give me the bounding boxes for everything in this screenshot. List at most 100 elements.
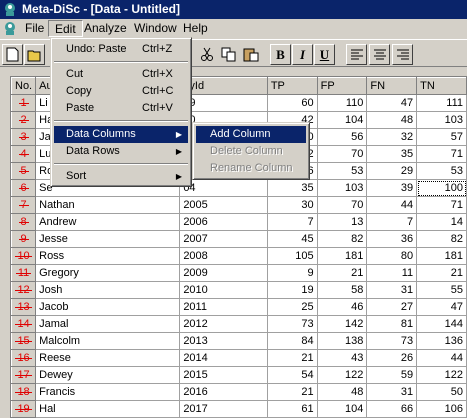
author-cell[interactable]: Hal: [35, 400, 181, 418]
fn-cell[interactable]: 7: [366, 213, 418, 231]
col-header-tp[interactable]: TP: [266, 77, 318, 95]
row-number[interactable]: 19: [11, 400, 37, 418]
col-header-fp[interactable]: FP: [316, 77, 368, 95]
tp-cell[interactable]: 21: [267, 349, 318, 367]
tn-cell[interactable]: 106: [416, 400, 467, 418]
study-id-cell[interactable]: 2007: [179, 230, 268, 248]
menu-window[interactable]: Window: [128, 20, 183, 37]
tn-cell[interactable]: 136: [416, 332, 467, 350]
row-number[interactable]: 11: [11, 264, 37, 282]
fn-cell[interactable]: 80: [366, 247, 418, 265]
fn-cell[interactable]: 35: [366, 145, 418, 163]
study-id-cell[interactable]: 2011: [179, 298, 268, 316]
tn-cell[interactable]: 103: [416, 111, 467, 129]
fn-cell[interactable]: 66: [366, 400, 418, 418]
fp-cell[interactable]: 70: [317, 145, 368, 163]
row-number[interactable]: 2: [11, 111, 37, 129]
tp-cell[interactable]: 45: [267, 230, 318, 248]
tp-cell[interactable]: 61: [267, 400, 318, 418]
study-id-cell[interactable]: 99: [179, 94, 268, 112]
tp-cell[interactable]: 30: [267, 196, 318, 214]
tp-cell[interactable]: 25: [267, 298, 318, 316]
author-cell[interactable]: Dewey: [35, 366, 181, 384]
menu-item-paste[interactable]: Paste Ctrl+V: [54, 100, 188, 117]
study-id-cell[interactable]: 2005: [179, 196, 268, 214]
row-number[interactable]: 15: [11, 332, 37, 350]
tn-cell[interactable]: 122: [416, 366, 467, 384]
row-number[interactable]: 9: [11, 230, 37, 248]
col-header-no[interactable]: No.: [11, 77, 37, 95]
paste-button[interactable]: [240, 44, 261, 65]
study-id-cell[interactable]: 2012: [179, 315, 268, 333]
author-cell[interactable]: Francis: [35, 383, 181, 401]
fp-cell[interactable]: 110: [317, 94, 368, 112]
tn-cell[interactable]: 100: [416, 179, 467, 197]
menu-item-copy[interactable]: Copy Ctrl+C: [54, 83, 188, 100]
row-number[interactable]: 3: [11, 128, 37, 146]
tn-cell[interactable]: 82: [416, 230, 467, 248]
menu-item-undo[interactable]: Undo: Paste Ctrl+Z: [54, 41, 188, 58]
study-id-cell[interactable]: 2017: [179, 400, 268, 418]
row-number[interactable]: 18: [11, 383, 37, 401]
tp-cell[interactable]: 84: [267, 332, 318, 350]
row-number[interactable]: 16: [11, 349, 37, 367]
author-cell[interactable]: Andrew: [35, 213, 181, 231]
fp-cell[interactable]: 82: [317, 230, 368, 248]
tn-cell[interactable]: 57: [416, 128, 467, 146]
fn-cell[interactable]: 31: [366, 281, 418, 299]
fp-cell[interactable]: 103: [317, 179, 368, 197]
fp-cell[interactable]: 181: [317, 247, 368, 265]
copy-button[interactable]: [218, 44, 239, 65]
fp-cell[interactable]: 122: [317, 366, 368, 384]
tp-cell[interactable]: 60: [267, 94, 318, 112]
row-number[interactable]: 6: [11, 179, 37, 197]
fp-cell[interactable]: 58: [317, 281, 368, 299]
cut-button[interactable]: [196, 44, 217, 65]
row-number[interactable]: 14: [11, 315, 37, 333]
row-number[interactable]: 7: [11, 196, 37, 214]
tn-cell[interactable]: 55: [416, 281, 467, 299]
author-cell[interactable]: Josh: [35, 281, 181, 299]
fn-cell[interactable]: 36: [366, 230, 418, 248]
row-number[interactable]: 13: [11, 298, 37, 316]
tp-cell[interactable]: 19: [267, 281, 318, 299]
tn-cell[interactable]: 50: [416, 383, 467, 401]
fp-cell[interactable]: 43: [317, 349, 368, 367]
row-number[interactable]: 8: [11, 213, 37, 231]
fn-cell[interactable]: 48: [366, 111, 418, 129]
author-cell[interactable]: Gregory: [35, 264, 181, 282]
fp-cell[interactable]: 13: [317, 213, 368, 231]
fn-cell[interactable]: 27: [366, 298, 418, 316]
fp-cell[interactable]: 53: [317, 162, 368, 180]
row-number[interactable]: 1: [11, 94, 37, 112]
fn-cell[interactable]: 81: [366, 315, 418, 333]
fp-cell[interactable]: 104: [317, 111, 368, 129]
fp-cell[interactable]: 104: [317, 400, 368, 418]
row-number[interactable]: 12: [11, 281, 37, 299]
align-right-button[interactable]: [392, 44, 413, 65]
author-cell[interactable]: Reese: [35, 349, 181, 367]
study-id-cell[interactable]: 04: [179, 179, 268, 197]
open-file-button[interactable]: [24, 44, 45, 65]
col-header-fn[interactable]: FN: [366, 77, 418, 95]
author-cell[interactable]: Jesse: [35, 230, 181, 248]
row-number[interactable]: 5: [11, 162, 37, 180]
author-cell[interactable]: Nathan: [35, 196, 181, 214]
fn-cell[interactable]: 32: [366, 128, 418, 146]
menu-item-data-rows[interactable]: Data Rows ▶: [54, 143, 188, 160]
italic-button[interactable]: I: [292, 44, 313, 65]
fp-cell[interactable]: 138: [317, 332, 368, 350]
tn-cell[interactable]: 71: [416, 145, 467, 163]
fp-cell[interactable]: 56: [317, 128, 368, 146]
study-id-cell[interactable]: 2009: [179, 264, 268, 282]
menu-item-sort[interactable]: Sort ▶: [54, 168, 188, 185]
tp-cell[interactable]: 73: [267, 315, 318, 333]
tn-cell[interactable]: 111: [416, 94, 467, 112]
fn-cell[interactable]: 47: [366, 94, 418, 112]
fn-cell[interactable]: 26: [366, 349, 418, 367]
row-number[interactable]: 4: [11, 145, 37, 163]
menu-item-cut[interactable]: Cut Ctrl+X: [54, 66, 188, 83]
study-id-cell[interactable]: 2014: [179, 349, 268, 367]
fn-cell[interactable]: 31: [366, 383, 418, 401]
bold-button[interactable]: B: [270, 44, 291, 65]
